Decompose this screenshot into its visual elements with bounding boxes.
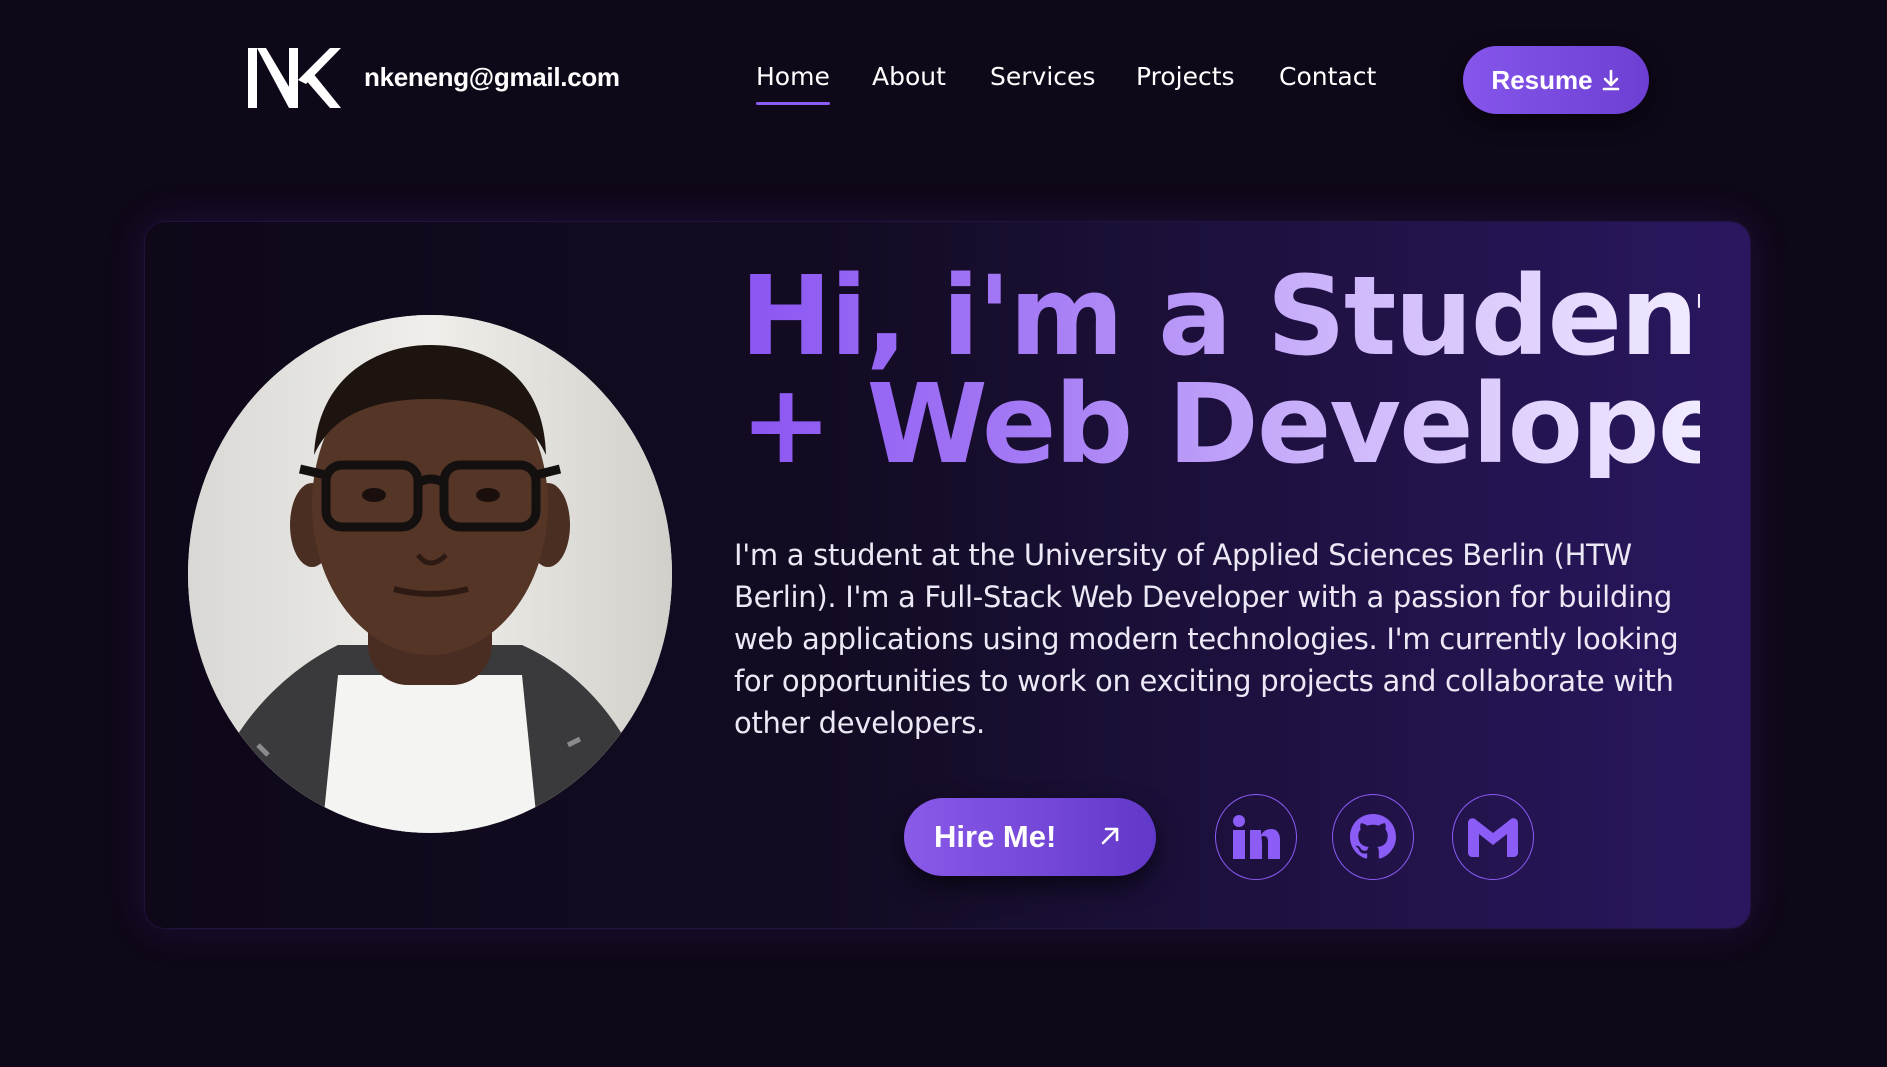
nav-home[interactable]: Home — [756, 62, 830, 105]
github-icon — [1350, 814, 1396, 859]
gmail-icon — [1468, 818, 1518, 857]
navbar: nkeneng@gmail.com Home About Services Pr… — [0, 0, 1887, 160]
nav-contact[interactable]: Contact — [1279, 62, 1376, 91]
download-icon — [1602, 69, 1619, 91]
arrow-up-right-icon — [1101, 827, 1119, 845]
hire-me-label: Hire Me! — [934, 819, 1057, 854]
nav-projects[interactable]: Projects — [1136, 62, 1235, 91]
header-email[interactable]: nkeneng@gmail.com — [364, 62, 620, 93]
linkedin-icon — [1233, 815, 1280, 859]
headline-line-2: + Web Developer — [740, 360, 1783, 488]
logo[interactable] — [246, 46, 342, 110]
profile-photo — [188, 315, 672, 833]
hero-headline: Hi, i'm a Student + Web Developer — [740, 262, 1700, 478]
github-link[interactable] — [1332, 794, 1414, 880]
gmail-link[interactable] — [1452, 794, 1534, 880]
resume-button[interactable]: Resume — [1463, 46, 1649, 114]
headline-line-1: Hi, i'm a Student — [740, 252, 1748, 380]
nav-services[interactable]: Services — [990, 62, 1095, 91]
hire-me-button[interactable]: Hire Me! — [904, 798, 1156, 876]
resume-label: Resume — [1491, 64, 1593, 95]
linkedin-link[interactable] — [1215, 794, 1297, 880]
hero-bio: I'm a student at the University of Appli… — [734, 538, 1679, 740]
nav-about[interactable]: About — [872, 62, 946, 91]
nk-logo-icon — [248, 48, 341, 108]
